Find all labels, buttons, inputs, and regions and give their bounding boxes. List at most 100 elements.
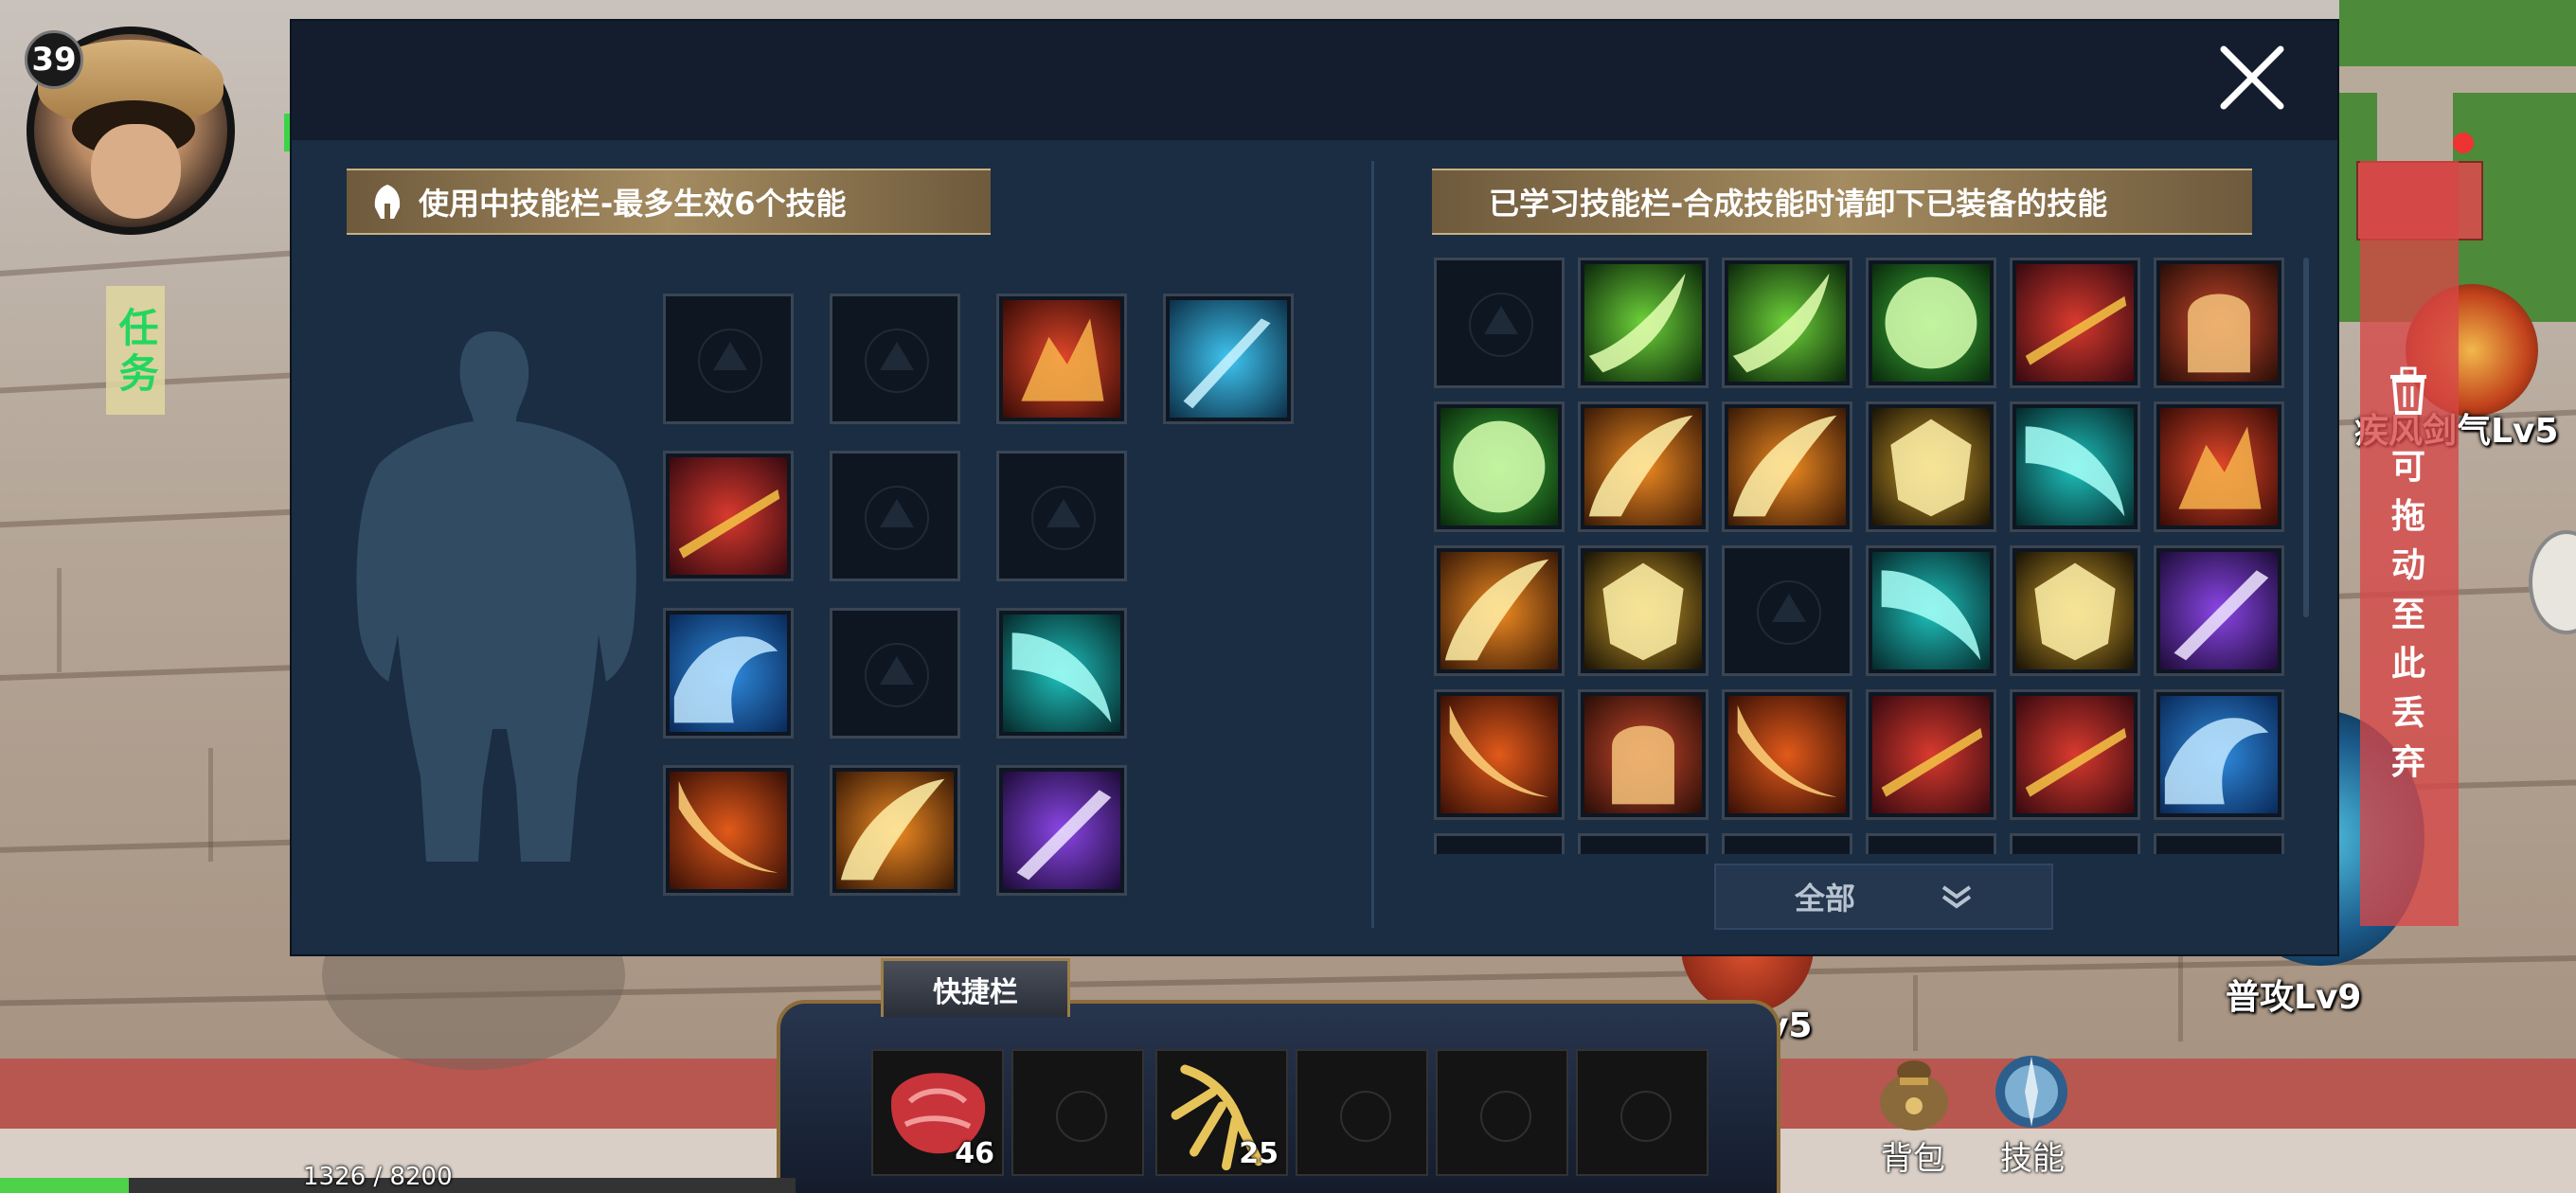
equipped-section-title: 使用中技能栏-最多生效6个技能	[419, 186, 847, 222]
quickbar-tab[interactable]: 快捷栏	[881, 958, 1070, 1017]
equipped-purple-blade-icon[interactable]	[996, 765, 1127, 896]
equipped-red-spear-icon[interactable]	[663, 451, 794, 581]
golden-guard-artwork	[2016, 552, 2134, 669]
equipped-fire-demon-icon[interactable]	[996, 294, 1127, 424]
learned-golden-guard-icon[interactable]	[1578, 545, 1708, 676]
equipped-empty-slot[interactable]	[830, 294, 960, 424]
discard-hint: 可拖动至此丢弃	[2390, 448, 2425, 782]
flame-slash-artwork	[1440, 552, 1558, 669]
teal-slash-artwork	[1003, 614, 1120, 732]
learned-teal-slash-icon[interactable]	[1866, 545, 1996, 676]
floor-seam	[1913, 975, 1918, 1051]
quickbar-empty-slot[interactable]	[1011, 1049, 1144, 1176]
learned-water-wave-icon[interactable]	[2154, 689, 2284, 820]
learned-red-spear-icon[interactable]	[2010, 689, 2140, 820]
empty-slot-ring	[1620, 1091, 1672, 1142]
panel-divider	[1371, 161, 1374, 928]
empty-slot-ring	[1056, 1091, 1107, 1142]
bag-label: 背包	[1881, 1140, 1945, 1178]
avatar-face	[91, 124, 181, 219]
quickbar-empty-slot[interactable]	[1296, 1049, 1428, 1176]
learned-skill-grid	[1434, 258, 2305, 854]
skill-filter-dropdown[interactable]: 全部	[1714, 864, 2053, 930]
learned-section-title: 已学习技能栏-合成技能时请卸下已装备的技能	[1489, 186, 2108, 222]
equipped-flame-slash-icon[interactable]	[830, 765, 960, 896]
equipped-empty-slot[interactable]	[996, 451, 1127, 581]
teal-slash-artwork	[1872, 552, 1990, 669]
learned-red-warrior-icon[interactable]	[2154, 258, 2284, 388]
equipped-teal-slash-icon[interactable]	[996, 608, 1127, 739]
learned-flame-slash-icon[interactable]	[1578, 401, 1708, 532]
learned-slot-partial[interactable]	[2010, 833, 2140, 854]
learned-green-orb-icon[interactable]	[1434, 401, 1565, 532]
empty-slot-triangle	[880, 342, 914, 370]
green-orb-artwork	[1872, 264, 1990, 382]
learned-green-orb-icon[interactable]	[1866, 258, 1996, 388]
empty-slot-triangle	[880, 499, 914, 527]
quickbar-slot-ginseng-root[interactable]: 25	[1155, 1049, 1288, 1176]
equipped-empty-slot[interactable]	[830, 451, 960, 581]
fire-demon-artwork	[1003, 300, 1120, 418]
empty-slot-ring	[1340, 1091, 1391, 1142]
bag-icon[interactable]	[1871, 1049, 1957, 1134]
flame-arc-artwork	[1440, 696, 1558, 813]
red-spear-artwork	[2016, 696, 2134, 813]
empty-slot-triangle	[1772, 594, 1806, 622]
empty-slot-triangle	[880, 656, 914, 685]
skills-label: 技能	[2000, 1140, 2065, 1178]
learned-slot-partial[interactable]	[2154, 833, 2284, 854]
learned-slot-partial[interactable]	[1434, 833, 1565, 854]
learned-slot-partial[interactable]	[1578, 833, 1708, 854]
close-icon[interactable]	[2216, 42, 2288, 114]
minimap-marker	[2453, 133, 2474, 153]
flame-slash-artwork	[836, 772, 954, 889]
quickbar-empty-slot[interactable]	[1576, 1049, 1708, 1176]
learned-slot-partial[interactable]	[1722, 833, 1852, 854]
learned-green-wind-icon[interactable]	[1578, 258, 1708, 388]
learned-purple-blade-icon[interactable]	[2154, 545, 2284, 676]
quickbar-empty-slot[interactable]	[1436, 1049, 1568, 1176]
panel-title-bar	[292, 21, 2337, 140]
learned-flame-arc-icon[interactable]	[1722, 689, 1852, 820]
player-level-badge: 39	[25, 30, 83, 89]
learned-flame-slash-icon[interactable]	[1722, 401, 1852, 532]
skills-icon[interactable]	[1989, 1049, 2074, 1134]
exp-bar-fill	[0, 1178, 129, 1193]
equipped-flame-arc-icon[interactable]	[663, 765, 794, 896]
learned-red-spear-icon[interactable]	[1866, 689, 1996, 820]
flame-arc-artwork	[670, 772, 787, 889]
red-spear-artwork	[670, 457, 787, 575]
learned-green-wind-icon[interactable]	[1722, 258, 1852, 388]
green-wind-artwork	[1728, 264, 1846, 382]
learned-red-spear-icon[interactable]	[2010, 258, 2140, 388]
learned-golden-guard-icon[interactable]	[2010, 545, 2140, 676]
quickbar-slot-raw-meat[interactable]: 46	[871, 1049, 1004, 1176]
floor-seam	[57, 568, 62, 672]
ice-sword-artwork	[1170, 300, 1287, 418]
empty-slot-triangle	[1046, 499, 1081, 527]
learned-flame-slash-icon[interactable]	[1434, 545, 1565, 676]
water-wave-artwork	[670, 614, 787, 732]
teal-slash-artwork	[2016, 408, 2134, 525]
learned-flame-arc-icon[interactable]	[1434, 689, 1565, 820]
empty-slot-triangle	[713, 342, 747, 370]
learned-empty-slot[interactable]	[1722, 545, 1852, 676]
learned-teal-slash-icon[interactable]	[2010, 401, 2140, 532]
learned-fire-demon-icon[interactable]	[2154, 401, 2284, 532]
learned-slot-partial[interactable]	[1866, 833, 1996, 854]
item-count: 25	[1239, 1137, 1279, 1170]
equipped-empty-slot[interactable]	[830, 608, 960, 739]
equipped-empty-slot[interactable]	[663, 294, 794, 424]
learned-section-header: 已学习技能栏-合成技能时请卸下已装备的技能	[1432, 169, 2252, 235]
empty-slot-triangle	[1484, 306, 1518, 334]
quest-tab[interactable]: 任务	[106, 286, 165, 415]
learned-golden-guard-icon[interactable]	[1866, 401, 1996, 532]
learned-grid-scrollbar[interactable]	[2303, 258, 2309, 617]
skill-filter-label: 全部	[1794, 881, 1855, 917]
water-wave-artwork	[2160, 696, 2278, 813]
learned-red-warrior-icon[interactable]	[1578, 689, 1708, 820]
equipped-ice-sword-icon[interactable]	[1163, 294, 1294, 424]
equipped-water-wave-icon[interactable]	[663, 608, 794, 739]
item-count: 46	[955, 1137, 994, 1170]
learned-empty-slot[interactable]	[1434, 258, 1565, 388]
